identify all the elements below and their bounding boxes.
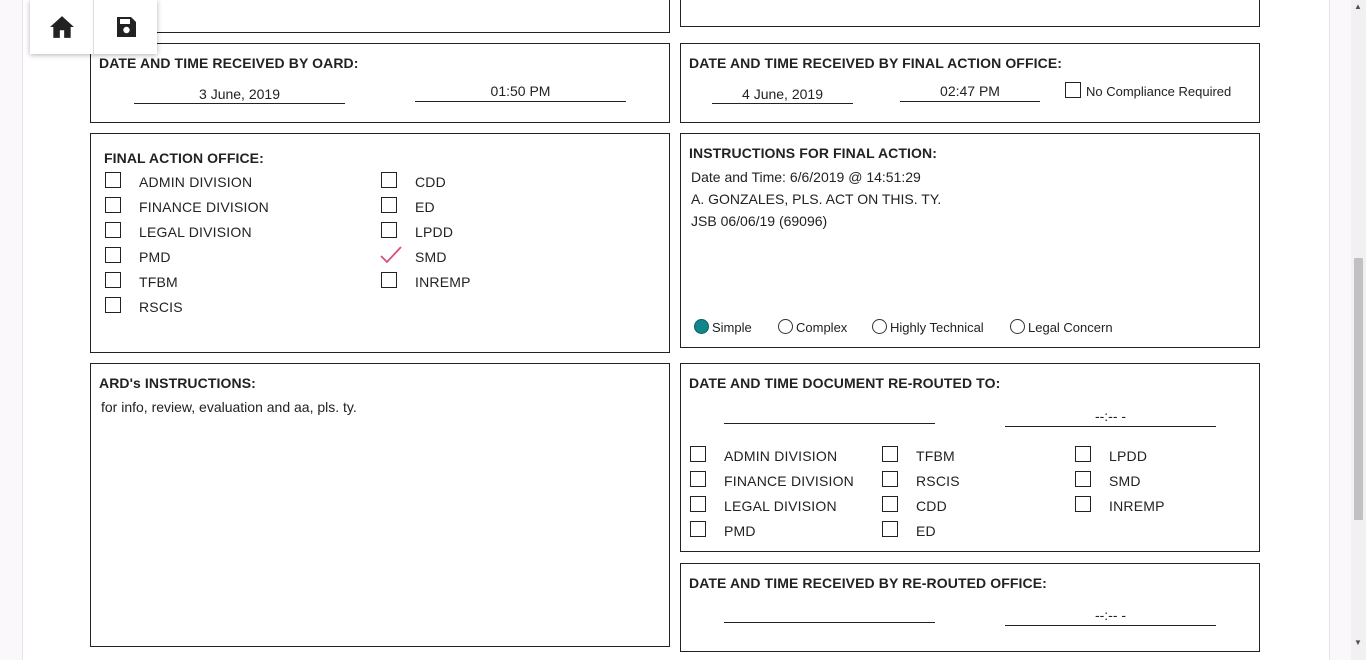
fao-label-finance-division: FINANCE DIVISION [139,199,269,215]
rerouted-title: DATE AND TIME DOCUMENT RE-ROUTED TO: [689,375,1001,391]
save-icon [116,17,136,37]
fao-label-pmd: PMD [139,249,171,265]
rr-checkbox-cdd[interactable] [882,496,898,512]
fao-checkbox-legal-division[interactable] [105,222,121,238]
scrollbar-thumb[interactable] [1354,258,1363,520]
no-compliance-label: No Compliance Required [1086,84,1232,99]
ard-instructions-title: ARD's INSTRUCTIONS: [99,375,256,391]
rr-label-inremp: INREMP [1109,498,1165,514]
rr-checkbox-inremp[interactable] [1075,496,1091,512]
rr-checkbox-legal-division[interactable] [690,496,706,512]
radio-complex[interactable] [778,319,793,334]
fao-time-value[interactable]: 02:47 PM [900,83,1040,99]
rr-checkbox-tfbm[interactable] [882,446,898,462]
radio-highly-technical[interactable] [872,319,887,334]
floating-toolbar [30,0,157,54]
fao-label-smd: SMD [415,249,447,265]
rerouted-received-date-line [724,622,935,623]
rerouted-date-line [724,423,935,424]
radio-simple-label: Simple [712,320,752,335]
home-button[interactable] [30,0,93,54]
fao-checkbox-rscis[interactable] [105,297,121,313]
fao-checkbox-finance-division[interactable] [105,197,121,213]
fao-checkbox-pmd[interactable] [105,247,121,263]
fao-label-rscis: RSCIS [139,299,183,315]
fao-checkmark-smd[interactable] [379,245,403,265]
save-button[interactable] [94,0,157,54]
rerouted-received-time-line [1005,625,1216,626]
fao-checkbox-cdd[interactable] [381,172,397,188]
final-action-office-box [90,133,670,353]
rr-label-ed: ED [916,523,936,539]
rr-label-smd: SMD [1109,473,1141,489]
final-action-office-title: FINAL ACTION OFFICE: [104,150,264,166]
rr-checkbox-rscis[interactable] [882,471,898,487]
rr-label-pmd: PMD [724,523,756,539]
radio-highly-technical-label: Highly Technical [890,320,984,335]
oard-title: DATE AND TIME RECEIVED BY OARD: [99,55,359,71]
instructions-line-2: A. GONZALES, PLS. ACT ON THIS. TY. [691,191,942,207]
instructions-line-3: JSB 06/06/19 (69096) [691,213,828,229]
rerouted-received-title: DATE AND TIME RECEIVED BY RE-ROUTED OFFI… [689,575,1047,591]
instructions-final-box [680,133,1260,348]
rr-label-rscis: RSCIS [916,473,960,489]
scroll-up-icon[interactable]: ▲ [1354,2,1362,11]
oard-time-line [415,101,626,102]
fao-checkbox-tfbm[interactable] [105,272,121,288]
fao-checkbox-lpdd[interactable] [381,222,397,238]
rr-label-cdd: CDD [916,498,947,514]
fao-checkbox-admin-division[interactable] [105,172,121,188]
top-right-partial-box [680,0,1260,27]
fao-checkbox-ed[interactable] [381,197,397,213]
fao-date-value[interactable]: 4 June, 2019 [712,86,853,102]
ard-instructions-text[interactable]: for info, review, evaluation and aa, pls… [101,399,357,415]
home-icon [49,16,74,38]
fao-label-inremp: INREMP [415,274,471,290]
fao-checkbox-inremp[interactable] [381,272,397,288]
oard-time-value[interactable]: 01:50 PM [415,83,626,99]
vertical-scrollbar[interactable]: ▲ ▼ [1351,0,1366,660]
rr-checkbox-pmd[interactable] [690,521,706,537]
rr-checkbox-finance-division[interactable] [690,471,706,487]
rerouted-time-value[interactable]: --:-- - [1005,408,1216,424]
rr-checkbox-admin-division[interactable] [690,446,706,462]
fao-received-title: DATE AND TIME RECEIVED BY FINAL ACTION O… [689,55,1063,71]
fao-label-admin-division: ADMIN DIVISION [139,174,253,190]
fao-time-line [900,101,1040,102]
fao-label-lpdd: LPDD [415,224,454,240]
fao-label-tfbm: TFBM [139,274,178,290]
rr-checkbox-ed[interactable] [882,521,898,537]
rr-checkbox-lpdd[interactable] [1075,446,1091,462]
rr-label-legal-division: LEGAL DIVISION [724,498,837,514]
fao-label-ed: ED [415,199,435,215]
instructions-line-1: Date and Time: 6/6/2019 @ 14:51:29 [691,169,921,185]
top-left-partial-box [90,0,670,33]
rr-checkbox-smd[interactable] [1075,471,1091,487]
fao-label-legal-division: LEGAL DIVISION [139,224,252,240]
fao-date-line [712,103,853,104]
rerouted-time-line [1005,426,1216,427]
radio-complex-label: Complex [796,320,848,335]
fao-label-cdd: CDD [415,174,446,190]
rr-label-lpdd: LPDD [1109,448,1148,464]
rr-label-finance-division: FINANCE DIVISION [724,473,854,489]
rr-label-admin-division: ADMIN DIVISION [724,448,838,464]
radio-legal-concern-label: Legal Concern [1028,320,1113,335]
instructions-final-title: INSTRUCTIONS FOR FINAL ACTION: [689,145,937,161]
no-compliance-checkbox[interactable] [1065,82,1081,98]
rr-label-tfbm: TFBM [916,448,955,464]
rerouted-received-time-value[interactable]: --:-- - [1005,607,1216,623]
radio-simple[interactable] [694,319,709,334]
oard-date-line [134,103,345,104]
oard-date-value[interactable]: 3 June, 2019 [134,86,345,102]
radio-legal-concern[interactable] [1010,319,1025,334]
scroll-down-icon[interactable]: ▼ [1354,638,1362,647]
